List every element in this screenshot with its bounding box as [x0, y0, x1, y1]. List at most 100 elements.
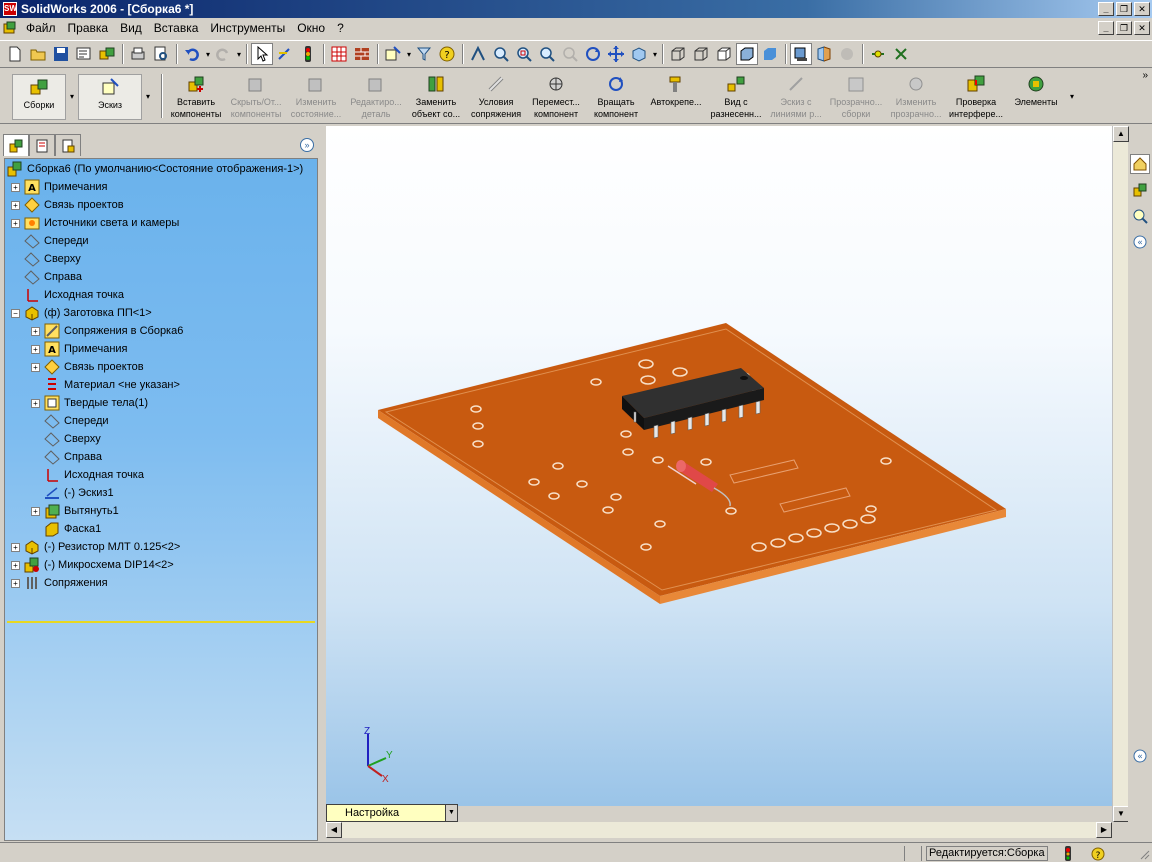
standard-views-icon[interactable] — [628, 43, 650, 65]
menu-item-1[interactable]: Правка — [62, 21, 115, 35]
scroll-left-button[interactable]: ◀ — [326, 822, 342, 838]
doc-restore-button[interactable]: ❐ — [1116, 21, 1132, 35]
menu-item-4[interactable]: Инструменты — [204, 21, 291, 35]
cmd-change-transparency[interactable]: Изменить прозрачно... — [886, 74, 946, 120]
brick-wall-icon[interactable] — [351, 43, 373, 65]
pcb-board[interactable] — [378, 323, 1006, 604]
menu-item-0[interactable]: Файл — [20, 21, 62, 35]
tree-item[interactable]: + (-) Микросхема DIP14<2> — [11, 556, 174, 574]
cmd-insert-components[interactable]: Вставить компоненты — [166, 74, 226, 120]
menu-item-6[interactable]: ? — [331, 21, 350, 35]
scroll-up-button[interactable]: ▲ — [1113, 126, 1129, 142]
wireframe-icon[interactable] — [667, 43, 689, 65]
tree-item[interactable]: + Связь проектов — [11, 196, 124, 214]
cmd-interference-detection[interactable]: Проверка интерфере... — [946, 74, 1006, 120]
cmd-features-dropdown-icon[interactable]: ▾ — [1070, 92, 1074, 120]
tree-item[interactable]: Справа — [11, 268, 82, 286]
views-dropdown-icon[interactable]: ▾ — [651, 50, 659, 59]
tab-property-manager[interactable] — [29, 134, 55, 156]
document-icon[interactable] — [2, 20, 18, 36]
hidden-lines-visible-icon[interactable] — [690, 43, 712, 65]
design-library-icon[interactable] — [1130, 180, 1150, 200]
shaded-with-edges-icon[interactable] — [736, 43, 758, 65]
toolbar-overflow-icon[interactable]: » — [1142, 70, 1148, 81]
drawing-from-part-icon[interactable] — [73, 43, 95, 65]
hidden-lines-removed-icon[interactable] — [713, 43, 735, 65]
print-preview-icon[interactable] — [150, 43, 172, 65]
tree-item[interactable]: Сверху — [11, 250, 81, 268]
rebuild-status-icon[interactable] — [1060, 846, 1076, 861]
close-button[interactable]: ✕ — [1134, 2, 1150, 16]
help-icon[interactable]: ? — [436, 43, 458, 65]
cmd-exploded-view[interactable]: Вид с разнесенн... — [706, 74, 766, 120]
realview-icon[interactable] — [836, 43, 858, 65]
selection-filter-icon[interactable] — [413, 43, 435, 65]
cmd-hide-show-components[interactable]: Скрыть/От... компоненты — [226, 74, 286, 120]
select-pointer-icon[interactable] — [251, 43, 273, 65]
tree-item[interactable]: + Источники света и камеры — [11, 214, 179, 232]
expand-toggle-icon[interactable]: + — [31, 398, 40, 408]
task-pane-collapse-icon[interactable]: « — [1130, 232, 1150, 252]
cmd-smart-fasteners[interactable]: Автокрепе... — [646, 74, 706, 120]
tree-item[interactable]: Справа — [31, 448, 102, 466]
task-pane-expand-icon[interactable]: « — [1130, 746, 1150, 766]
expand-toggle-icon[interactable]: + — [11, 218, 20, 228]
mate-toolbar-icon[interactable] — [867, 43, 889, 65]
tree-item[interactable]: Исходная точка — [11, 286, 124, 304]
home-icon[interactable] — [1130, 154, 1150, 174]
undo-icon[interactable] — [181, 43, 203, 65]
cmd-replace[interactable]: Заменить объект со... — [406, 74, 466, 120]
tree-item[interactable]: Спереди — [11, 232, 89, 250]
tree-item[interactable]: + A Примечания — [11, 178, 108, 196]
expand-toggle-icon[interactable]: + — [11, 578, 20, 588]
cmd-mate[interactable]: Условия сопряжения — [466, 74, 526, 120]
cmd-sketch[interactable]: Эскиз — [78, 74, 143, 120]
resize-grip-icon[interactable] — [1138, 848, 1150, 860]
expand-toggle-icon[interactable]: + — [31, 362, 40, 372]
tree-item[interactable]: (-) Эскиз1 — [31, 484, 114, 502]
cmd-features[interactable]: Элементы — [1006, 74, 1066, 120]
cmd-assemblies-dropdown-icon[interactable]: ▾ — [70, 92, 74, 101]
menu-item-2[interactable]: Вид — [114, 21, 148, 35]
tree-item[interactable]: + Вытянуть1 — [31, 502, 119, 520]
shadows-icon[interactable] — [790, 43, 812, 65]
tree-item[interactable]: + A Примечания — [31, 340, 128, 358]
cmd-assembly-transparency[interactable]: Прозрачно... сборки — [826, 74, 886, 120]
sketch-dropdown-icon[interactable]: ▾ — [405, 50, 413, 59]
expand-toggle-icon[interactable]: + — [11, 560, 20, 570]
tree-item[interactable]: Фаска1 — [31, 520, 101, 538]
tree-item[interactable]: + Сопряжения в Сборка6 — [31, 322, 183, 340]
menu-item-3[interactable]: Вставка — [148, 21, 205, 35]
tree-item[interactable]: Сборка6 (По умолчанию<Состояние отображе… — [7, 160, 303, 178]
redo-dropdown-icon[interactable]: ▾ — [235, 50, 243, 59]
tree-item[interactable]: Спереди — [31, 412, 109, 430]
cmd-move-component[interactable]: Перемест... компонент — [526, 74, 586, 120]
menu-item-5[interactable]: Окно — [291, 21, 331, 35]
tree-item[interactable]: Исходная точка — [31, 466, 144, 484]
cmd-explode-line-sketch[interactable]: Эскиз с линиями р... — [766, 74, 826, 120]
rebuild-icon[interactable] — [274, 43, 296, 65]
doc-close-button[interactable]: ✕ — [1134, 21, 1150, 35]
scroll-right-button[interactable]: ▶ — [1096, 822, 1112, 838]
zoom-to-area-icon[interactable] — [513, 43, 535, 65]
traffic-light-icon[interactable] — [297, 43, 319, 65]
configuration-select[interactable]: Настройка ▼ — [326, 804, 458, 822]
cmd-change-state[interactable]: Изменить состояние... — [286, 74, 346, 120]
expand-toggle-icon[interactable]: + — [11, 542, 20, 552]
horizontal-scrollbar[interactable]: ◀ ▶ — [326, 822, 1112, 838]
tab-feature-manager[interactable] — [3, 134, 29, 156]
pan-icon[interactable] — [605, 43, 627, 65]
expand-toggle-icon[interactable]: + — [31, 344, 40, 354]
help-status-icon[interactable]: ? — [1090, 846, 1106, 861]
previous-view-icon[interactable] — [467, 43, 489, 65]
cmd-assemblies[interactable]: Сборки — [12, 74, 66, 120]
shaded-icon[interactable] — [759, 43, 781, 65]
restore-button[interactable]: ❐ — [1116, 2, 1132, 16]
configuration-dropdown-icon[interactable]: ▼ — [445, 805, 457, 821]
tree-item[interactable]: + Сопряжения — [11, 574, 108, 592]
undo-dropdown-icon[interactable]: ▾ — [204, 50, 212, 59]
tree-item[interactable]: − (ф) Заготовка ПП<1> — [11, 304, 152, 322]
rotate-view-icon[interactable] — [582, 43, 604, 65]
tree-item[interactable]: Сверху — [31, 430, 101, 448]
print-icon[interactable] — [127, 43, 149, 65]
